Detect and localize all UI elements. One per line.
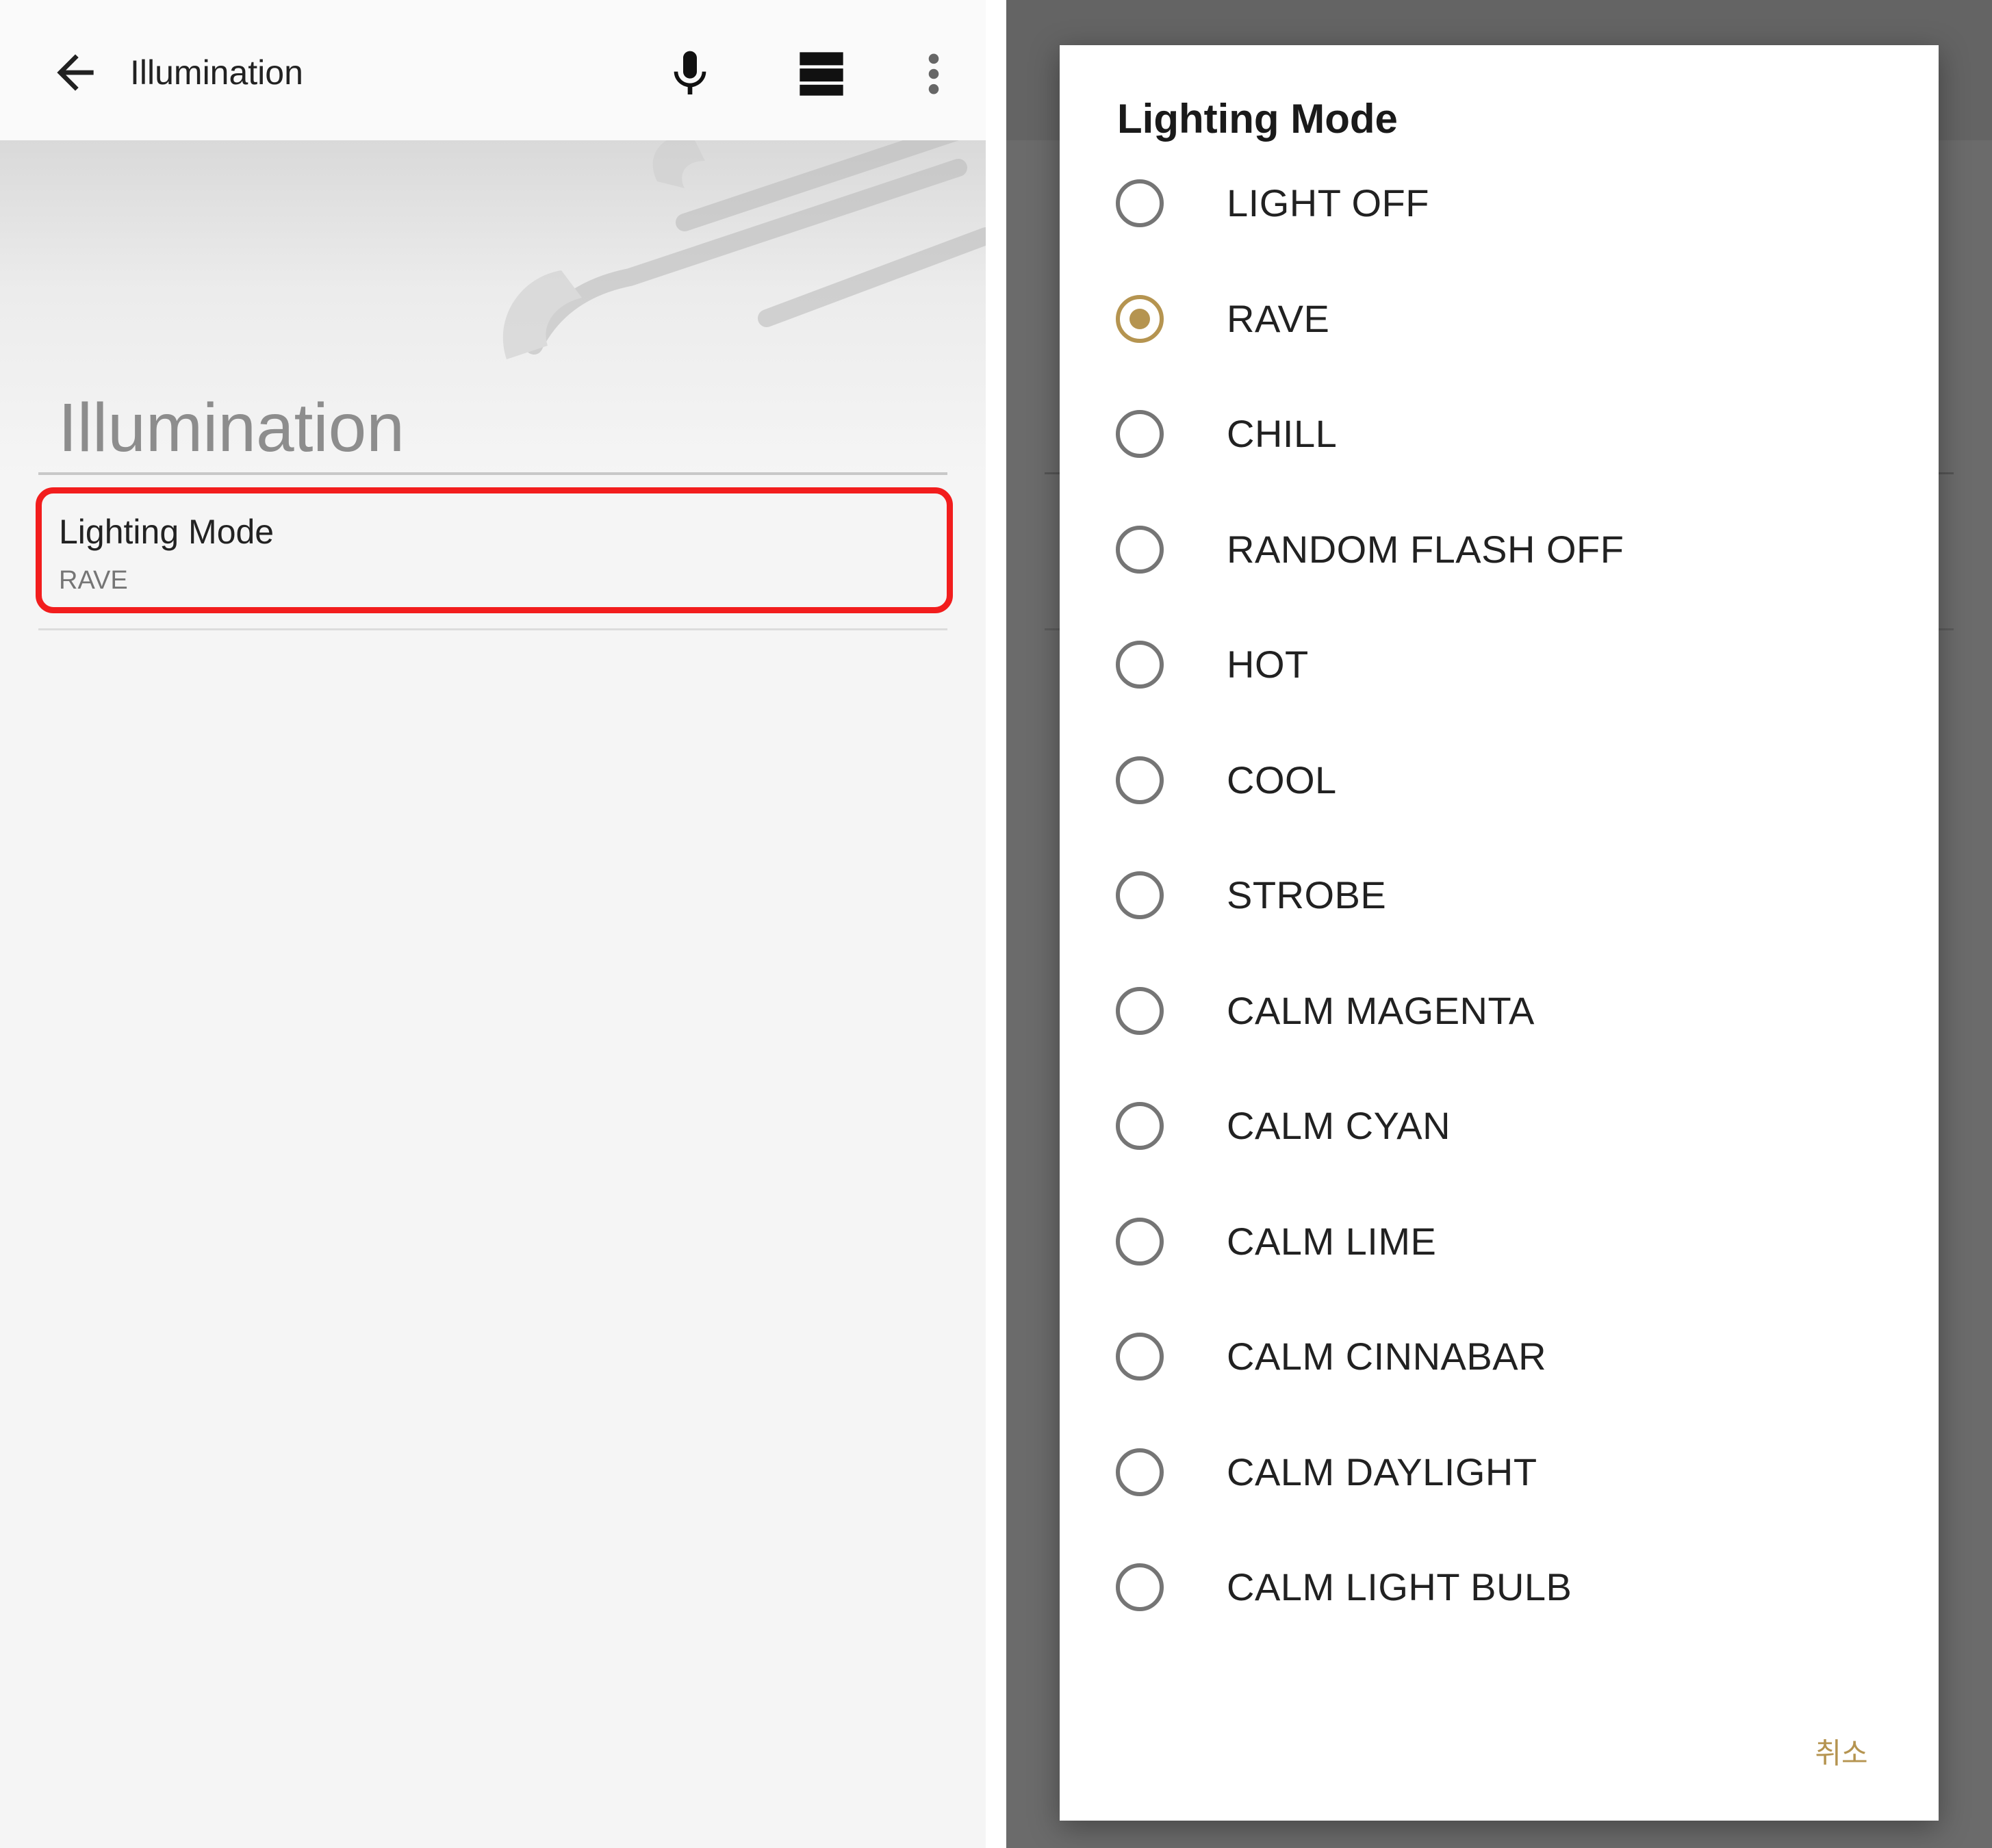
left-screen: Illumination Illumination Lighting Mode … xyxy=(0,0,986,1848)
radio-unchecked-icon[interactable] xyxy=(1116,641,1164,689)
wrench-illustration xyxy=(502,140,986,359)
radio-option-label: CHILL xyxy=(1227,412,1338,455)
radio-option-label: STROBE xyxy=(1227,873,1387,916)
radio-option-label: CALM LIME xyxy=(1227,1219,1437,1263)
radio-option[interactable]: CALM MAGENTA xyxy=(1060,953,1939,1068)
radio-option[interactable]: COOL xyxy=(1060,722,1939,837)
radio-unchecked-icon[interactable] xyxy=(1116,525,1164,574)
right-screen: Lighting Mode LIGHT OFF RAVE CHILL RANDOM F… xyxy=(1006,0,1992,1848)
radio-option[interactable]: CALM CINNABAR xyxy=(1060,1298,1939,1413)
app-bar-title: Illumination xyxy=(130,53,303,92)
radio-option-label: HOT xyxy=(1227,643,1309,686)
radio-option-label: RANDOM FLASH OFF xyxy=(1227,527,1624,571)
radio-option-label: RAVE xyxy=(1227,296,1330,340)
radio-option-label: CALM LIGHT BULB xyxy=(1227,1565,1572,1608)
dialog-title: Lighting Mode xyxy=(1117,96,1398,142)
radio-option[interactable]: CALM LIME xyxy=(1060,1183,1939,1298)
radio-checked-icon[interactable] xyxy=(1116,294,1164,343)
view-toggle-icon[interactable] xyxy=(794,48,849,100)
radio-option[interactable]: CALM CYAN xyxy=(1060,1068,1939,1183)
radio-unchecked-icon[interactable] xyxy=(1116,1333,1164,1381)
radio-option[interactable]: HOT xyxy=(1060,606,1939,721)
header-banner: Illumination xyxy=(0,140,986,476)
radio-option[interactable]: RAVE xyxy=(1060,261,1939,376)
radio-option-label: CALM CYAN xyxy=(1227,1104,1451,1147)
more-vert-icon[interactable] xyxy=(917,48,950,100)
back-arrow-icon[interactable] xyxy=(48,45,103,100)
radio-option-label: CALM DAYLIGHT xyxy=(1227,1450,1537,1493)
radio-option[interactable]: CALM LIGHT BULB xyxy=(1060,1529,1939,1644)
radio-option[interactable]: CALM DAYLIGHT xyxy=(1060,1414,1939,1529)
radio-option-label: COOL xyxy=(1227,758,1337,801)
radio-option[interactable]: RANDOM FLASH OFF xyxy=(1060,491,1939,606)
radio-unchecked-icon[interactable] xyxy=(1116,871,1164,919)
radio-unchecked-icon[interactable] xyxy=(1116,1102,1164,1150)
lighting-mode-dialog: Lighting Mode LIGHT OFF RAVE CHILL RANDOM F… xyxy=(1060,45,1939,1821)
highlight-box xyxy=(36,487,953,613)
cancel-button[interactable]: 취소 xyxy=(1793,1726,1889,1781)
radio-option[interactable]: STROBE xyxy=(1060,837,1939,952)
radio-unchecked-icon[interactable] xyxy=(1116,756,1164,804)
header-divider xyxy=(38,472,947,475)
app-bar: Illumination xyxy=(0,0,986,140)
radio-unchecked-icon[interactable] xyxy=(1116,1217,1164,1266)
radio-option-label: LIGHT OFF xyxy=(1227,181,1429,224)
preference-divider xyxy=(38,628,947,630)
panel-separator xyxy=(986,0,1006,1848)
page-heading: Illumination xyxy=(58,389,405,466)
radio-unchecked-icon[interactable] xyxy=(1116,410,1164,458)
radio-option[interactable]: CHILL xyxy=(1060,376,1939,491)
radio-unchecked-icon[interactable] xyxy=(1116,179,1164,227)
radio-unchecked-icon[interactable] xyxy=(1116,1448,1164,1496)
radio-unchecked-icon[interactable] xyxy=(1116,1563,1164,1611)
radio-option[interactable]: LIGHT OFF xyxy=(1060,145,1939,260)
microphone-icon[interactable] xyxy=(663,45,717,103)
radio-option-label: CALM CINNABAR xyxy=(1227,1335,1547,1378)
radio-unchecked-icon[interactable] xyxy=(1116,986,1164,1035)
radio-option-label: CALM MAGENTA xyxy=(1227,988,1535,1032)
